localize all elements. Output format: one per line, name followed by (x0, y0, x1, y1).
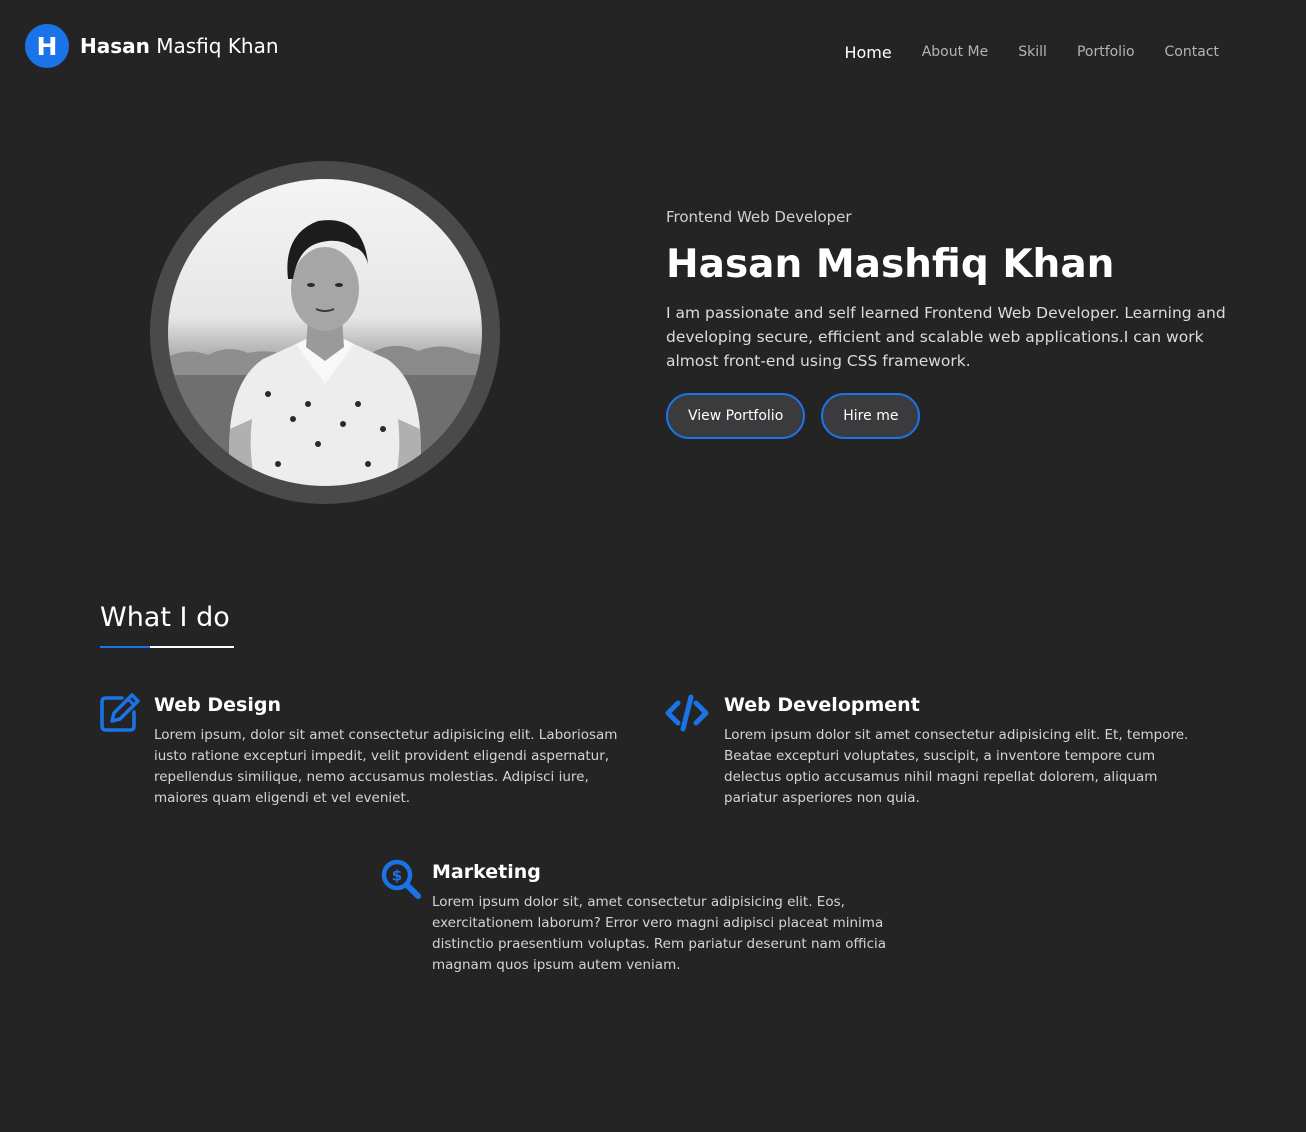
brand-last-name: Masfiq Khan (149, 34, 279, 58)
profile-photo-illustration (168, 220, 482, 486)
nav-home[interactable]: Home (844, 43, 891, 62)
service-description: Lorem ipsum, dolor sit amet consectetur … (154, 727, 618, 806)
hero-buttons: View Portfolio Hire me (666, 393, 1266, 439)
service-description: Lorem ipsum dolor sit amet consectetur a… (724, 727, 1189, 806)
search-dollar-icon: $ (381, 859, 421, 899)
edit-icon (100, 693, 140, 732)
title-underline-accent (100, 646, 150, 648)
title-underline (100, 646, 234, 648)
brand-first-name: Hasan (80, 34, 150, 58)
service-description: Lorem ipsum dolor sit, amet consectetur … (432, 894, 887, 973)
service-title: Marketing (432, 861, 541, 883)
hire-me-button[interactable]: Hire me (821, 393, 921, 439)
section-title: What I do (100, 602, 230, 633)
service-title: Web Design (154, 694, 281, 716)
brand[interactable]: H Hasan Masfiq Khan (25, 24, 279, 68)
nav-about-me[interactable]: About Me (922, 44, 989, 62)
nav-portfolio[interactable]: Portfolio (1077, 44, 1135, 62)
code-icon (665, 694, 709, 732)
svg-text:$: $ (392, 867, 402, 885)
nav-contact[interactable]: Contact (1165, 44, 1219, 62)
view-portfolio-button[interactable]: View Portfolio (666, 393, 806, 439)
brand-name: Hasan Masfiq Khan (80, 34, 279, 58)
hero-text: Frontend Web Developer Hasan Mashfiq Kha… (666, 208, 1266, 439)
profile-photo (168, 179, 482, 486)
hero-name: Hasan Mashfiq Khan (666, 242, 1115, 287)
hero-role: Frontend Web Developer (666, 208, 852, 226)
main-nav: Home About Me Skill Portfolio Contact (814, 43, 1219, 62)
logo-icon: H (25, 24, 69, 68)
hero-description: I am passionate and self learned Fronten… (666, 304, 1226, 370)
service-title: Web Development (724, 694, 920, 716)
nav-skill[interactable]: Skill (1018, 44, 1047, 62)
